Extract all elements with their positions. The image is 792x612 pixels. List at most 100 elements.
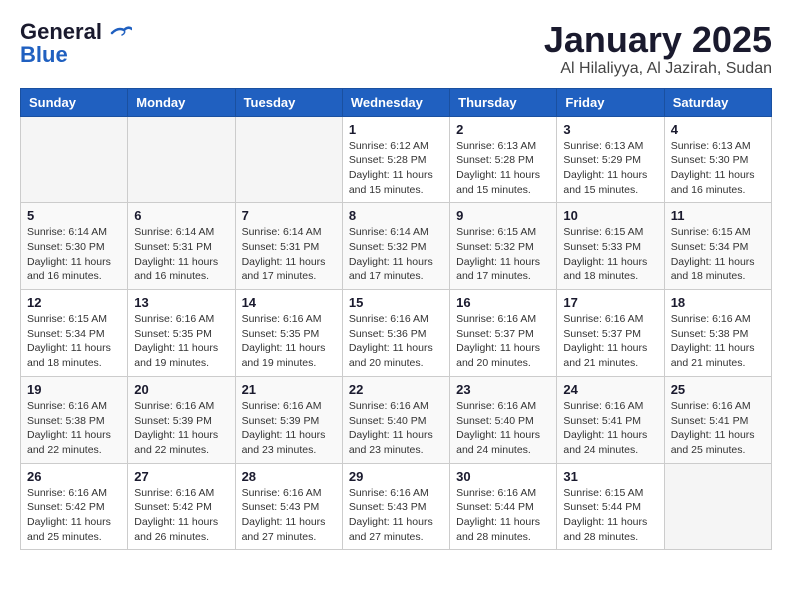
calendar-cell: 14Sunrise: 6:16 AM Sunset: 5:35 PM Dayli… [235, 290, 342, 377]
calendar-cell: 26 Sunrise: 6:16 AM Sunset: 5:42 PM Dayli… [21, 463, 128, 550]
weekday-header-wednesday: Wednesday [342, 88, 449, 116]
logo-blue-text: Blue [20, 44, 68, 66]
day-info: Sunrise: 6:14 AM Sunset: 5:32 PM Dayligh… [349, 225, 443, 284]
day-number: 29 [349, 469, 443, 484]
calendar-cell: 28Sunrise: 6:16 AM Sunset: 5:43 PM Dayli… [235, 463, 342, 550]
calendar-cell: 17 Sunrise: 6:16 AM Sunset: 5:37 PM Dayli… [557, 290, 664, 377]
day-number: 9 [456, 208, 550, 223]
day-info: Sunrise: 6:16 AM Sunset: 5:39 PM Dayligh… [242, 399, 336, 458]
calendar-cell: 25Sunrise: 6:16 AM Sunset: 5:41 PM Dayli… [664, 376, 771, 463]
day-number: 20 [134, 382, 228, 397]
day-info: Sunrise: 6:16 AM Sunset: 5:37 PM Dayligh… [456, 312, 550, 371]
day-info: Sunrise: 6:16 AM Sunset: 5:40 PM Dayligh… [349, 399, 443, 458]
week-row-2: 5Sunrise: 6:14 AM Sunset: 5:30 PM Daylig… [21, 203, 772, 290]
day-number: 17 [563, 295, 657, 310]
day-number: 7 [242, 208, 336, 223]
calendar-cell: 2 Sunrise: 6:13 AM Sunset: 5:28 PM Daylig… [450, 116, 557, 203]
calendar-cell: 7 Sunrise: 6:14 AM Sunset: 5:31 PM Daylig… [235, 203, 342, 290]
day-info: Sunrise: 6:15 AM Sunset: 5:33 PM Dayligh… [563, 225, 657, 284]
calendar-cell: 31Sunrise: 6:15 AM Sunset: 5:44 PM Dayli… [557, 463, 664, 550]
calendar-title-section: January 2025 Al Hilaliyya, Al Jazirah, S… [544, 20, 772, 78]
day-number: 21 [242, 382, 336, 397]
page-header: General Blue January 2025 Al Hilaliyya, … [20, 20, 772, 78]
day-number: 25 [671, 382, 765, 397]
day-number: 14 [242, 295, 336, 310]
week-row-1: 1 Sunrise: 6:12 AM Sunset: 5:28 PM Daylig… [21, 116, 772, 203]
calendar-cell: 8 Sunrise: 6:14 AM Sunset: 5:32 PM Daylig… [342, 203, 449, 290]
day-number: 4 [671, 122, 765, 137]
day-number: 22 [349, 382, 443, 397]
day-number: 28 [242, 469, 336, 484]
calendar-subtitle: Al Hilaliyya, Al Jazirah, Sudan [544, 60, 772, 78]
bird-icon [110, 25, 132, 41]
day-number: 2 [456, 122, 550, 137]
day-number: 3 [563, 122, 657, 137]
day-number: 11 [671, 208, 765, 223]
week-row-4: 19 Sunrise: 6:16 AM Sunset: 5:38 PM Dayli… [21, 376, 772, 463]
day-number: 30 [456, 469, 550, 484]
calendar-cell: 16 Sunrise: 6:16 AM Sunset: 5:37 PM Dayli… [450, 290, 557, 377]
calendar-cell [128, 116, 235, 203]
calendar-cell: 4Sunrise: 6:13 AM Sunset: 5:30 PM Daylig… [664, 116, 771, 203]
calendar-cell: 19 Sunrise: 6:16 AM Sunset: 5:38 PM Dayli… [21, 376, 128, 463]
day-number: 10 [563, 208, 657, 223]
weekday-header-monday: Monday [128, 88, 235, 116]
calendar-cell: 5Sunrise: 6:14 AM Sunset: 5:30 PM Daylig… [21, 203, 128, 290]
day-number: 19 [27, 382, 121, 397]
calendar-cell: 24 Sunrise: 6:16 AM Sunset: 5:41 PM Dayli… [557, 376, 664, 463]
day-info: Sunrise: 6:16 AM Sunset: 5:36 PM Dayligh… [349, 312, 443, 371]
calendar-title: January 2025 [544, 20, 772, 60]
calendar-cell [21, 116, 128, 203]
day-number: 6 [134, 208, 228, 223]
weekday-header-saturday: Saturday [664, 88, 771, 116]
day-number: 18 [671, 295, 765, 310]
calendar-cell: 11 Sunrise: 6:15 AM Sunset: 5:34 PM Dayli… [664, 203, 771, 290]
day-info: Sunrise: 6:16 AM Sunset: 5:44 PM Dayligh… [456, 486, 550, 545]
day-number: 5 [27, 208, 121, 223]
day-number: 16 [456, 295, 550, 310]
day-info: Sunrise: 6:16 AM Sunset: 5:39 PM Dayligh… [134, 399, 228, 458]
day-info: Sunrise: 6:16 AM Sunset: 5:40 PM Dayligh… [456, 399, 550, 458]
day-info: Sunrise: 6:16 AM Sunset: 5:37 PM Dayligh… [563, 312, 657, 371]
calendar-cell: 6 Sunrise: 6:14 AM Sunset: 5:31 PM Daylig… [128, 203, 235, 290]
calendar-cell: 18 Sunrise: 6:16 AM Sunset: 5:38 PM Dayli… [664, 290, 771, 377]
day-info: Sunrise: 6:14 AM Sunset: 5:31 PM Dayligh… [134, 225, 228, 284]
week-row-5: 26 Sunrise: 6:16 AM Sunset: 5:42 PM Dayli… [21, 463, 772, 550]
day-info: Sunrise: 6:15 AM Sunset: 5:34 PM Dayligh… [671, 225, 765, 284]
day-number: 8 [349, 208, 443, 223]
day-info: Sunrise: 6:16 AM Sunset: 5:35 PM Dayligh… [134, 312, 228, 371]
calendar-cell: 27 Sunrise: 6:16 AM Sunset: 5:42 PM Dayli… [128, 463, 235, 550]
calendar-cell: 3Sunrise: 6:13 AM Sunset: 5:29 PM Daylig… [557, 116, 664, 203]
day-number: 12 [27, 295, 121, 310]
day-number: 1 [349, 122, 443, 137]
calendar-cell: 13 Sunrise: 6:16 AM Sunset: 5:35 PM Dayli… [128, 290, 235, 377]
calendar-table: SundayMondayTuesdayWednesdayThursdayFrid… [20, 88, 772, 551]
calendar-cell: 29Sunrise: 6:16 AM Sunset: 5:43 PM Dayli… [342, 463, 449, 550]
calendar-cell: 20 Sunrise: 6:16 AM Sunset: 5:39 PM Dayli… [128, 376, 235, 463]
day-number: 26 [27, 469, 121, 484]
day-info: Sunrise: 6:16 AM Sunset: 5:38 PM Dayligh… [671, 312, 765, 371]
weekday-header-row: SundayMondayTuesdayWednesdayThursdayFrid… [21, 88, 772, 116]
day-info: Sunrise: 6:16 AM Sunset: 5:38 PM Dayligh… [27, 399, 121, 458]
day-info: Sunrise: 6:13 AM Sunset: 5:28 PM Dayligh… [456, 139, 550, 198]
day-number: 27 [134, 469, 228, 484]
day-info: Sunrise: 6:14 AM Sunset: 5:31 PM Dayligh… [242, 225, 336, 284]
day-info: Sunrise: 6:15 AM Sunset: 5:32 PM Dayligh… [456, 225, 550, 284]
calendar-cell: 9 Sunrise: 6:15 AM Sunset: 5:32 PM Daylig… [450, 203, 557, 290]
day-info: Sunrise: 6:16 AM Sunset: 5:42 PM Dayligh… [134, 486, 228, 545]
logo: General Blue [20, 20, 132, 66]
day-info: Sunrise: 6:16 AM Sunset: 5:42 PM Dayligh… [27, 486, 121, 545]
day-number: 13 [134, 295, 228, 310]
calendar-cell [664, 463, 771, 550]
day-info: Sunrise: 6:15 AM Sunset: 5:44 PM Dayligh… [563, 486, 657, 545]
day-info: Sunrise: 6:12 AM Sunset: 5:28 PM Dayligh… [349, 139, 443, 198]
day-number: 24 [563, 382, 657, 397]
weekday-header-friday: Friday [557, 88, 664, 116]
day-number: 15 [349, 295, 443, 310]
logo-text: General [20, 20, 132, 44]
calendar-cell [235, 116, 342, 203]
calendar-cell: 21 Sunrise: 6:16 AM Sunset: 5:39 PM Dayli… [235, 376, 342, 463]
weekday-header-thursday: Thursday [450, 88, 557, 116]
day-info: Sunrise: 6:16 AM Sunset: 5:41 PM Dayligh… [563, 399, 657, 458]
calendar-cell: 1 Sunrise: 6:12 AM Sunset: 5:28 PM Daylig… [342, 116, 449, 203]
